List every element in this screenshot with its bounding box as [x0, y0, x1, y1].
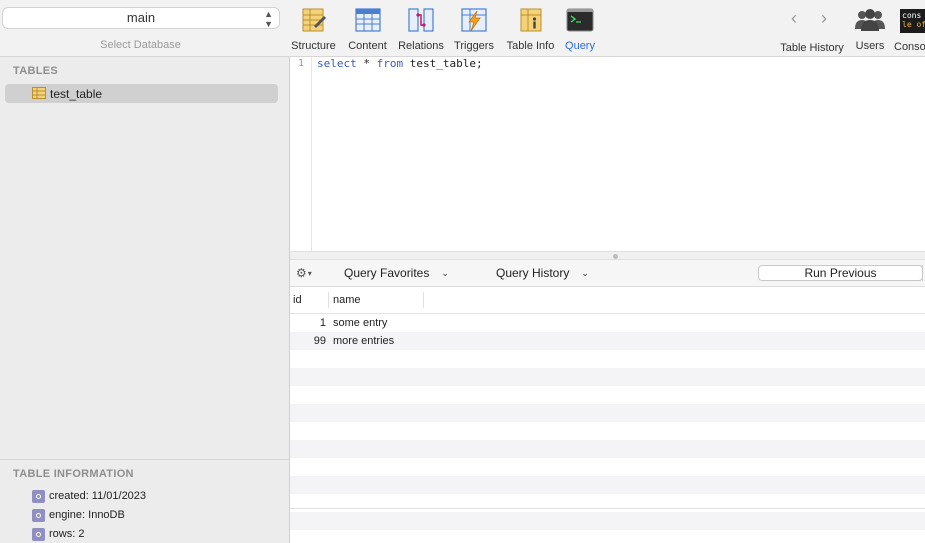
results-header: id name [290, 287, 925, 314]
query-favorites-label: Query Favorites [344, 266, 430, 280]
caret-down-icon: ▾ [307, 269, 312, 279]
database-select-value: main [126, 10, 156, 25]
table-information-heading: TABLE INFORMATION [13, 468, 134, 480]
empty-row [290, 386, 925, 404]
tab-relations-label: Relations [398, 40, 444, 52]
sidebar: TABLES test_table TABLE INFORMATION crea… [0, 57, 290, 543]
database-select-caption: Select Database [100, 39, 181, 51]
updown-chevron-icon: ▲ ▼ [264, 9, 273, 29]
table-icon [32, 87, 46, 99]
run-previous-button[interactable]: Run Previous [758, 265, 923, 281]
tab-query[interactable]: Query [560, 4, 600, 56]
tab-relations[interactable]: Relations [395, 4, 447, 52]
empty-row [290, 512, 925, 530]
toolbar: main ▲ ▼ Select Database Structure Conten… [0, 0, 925, 57]
tab-structure-label: Structure [291, 40, 336, 52]
users-label: Users [855, 40, 885, 52]
info-rows-text: rows: 2 [49, 528, 85, 540]
column-header-id[interactable]: id [293, 294, 302, 306]
console-button[interactable]: cons le of Conso [894, 4, 925, 53]
gear-menu-button[interactable]: ⚙▾ [296, 266, 312, 280]
cell-id: 99 [313, 335, 326, 347]
table-history-nav: Table History [776, 4, 848, 54]
empty-row [290, 458, 925, 476]
relations-icon [408, 8, 434, 32]
tab-triggers-label: Triggers [454, 40, 494, 52]
info-bullet-icon [32, 490, 45, 503]
info-created-text: created: 11/01/2023 [49, 490, 147, 502]
divider [0, 459, 289, 460]
query-toolbar: ⚙▾ Query Favorites ⌄ Query History ⌄ Run P… [290, 260, 925, 287]
empty-row [290, 404, 925, 422]
users-button[interactable]: Users [852, 4, 888, 52]
gear-icon: ⚙ [296, 266, 307, 280]
history-nav-icon [776, 4, 848, 34]
tables-heading: TABLES [13, 65, 58, 77]
cell-name: more entries [333, 335, 395, 347]
query-editor[interactable]: 1 select * from test_table; [290, 57, 925, 251]
tab-triggers[interactable]: Triggers [450, 4, 498, 52]
tab-query-label: Query [565, 40, 595, 52]
tab-table-info-label: Table Info [506, 40, 555, 52]
line-number: 1 [298, 58, 305, 69]
console-icon-text-2: le of [902, 20, 925, 29]
run-previous-label: Run Previous [804, 266, 877, 280]
tab-structure[interactable]: Structure [286, 4, 341, 52]
query-history-label: Query History [496, 266, 570, 280]
info-engine-text: engine: InnoDB [49, 509, 125, 521]
table-row[interactable]: 99 more entries [290, 332, 925, 350]
info-bullet-icon [32, 528, 45, 541]
database-select[interactable]: main ▲ ▼ [2, 7, 280, 29]
cell-id: 1 [319, 317, 326, 329]
users-icon [855, 9, 885, 31]
tab-content-label: Content [348, 40, 387, 52]
console-label: Conso [894, 41, 925, 53]
sidebar-item-test-table[interactable]: test_table [5, 84, 278, 103]
line-gutter: 1 [290, 57, 312, 251]
empty-row [290, 350, 925, 368]
query-table-name: test_table; [403, 57, 483, 70]
table-row[interactable]: 1 some entry [290, 314, 925, 332]
results-divider [290, 508, 925, 509]
splitter-dot-icon [613, 254, 618, 259]
chevron-down-icon: ⌄ [581, 268, 589, 278]
empty-row [290, 440, 925, 458]
console-icon: cons le of [900, 9, 925, 33]
table-history-label: Table History [780, 42, 844, 54]
empty-row [290, 476, 925, 494]
tab-content[interactable]: Content [344, 4, 391, 52]
cell-name: some entry [333, 317, 388, 329]
triggers-icon [461, 8, 487, 32]
query-favorites-dropdown[interactable]: Query Favorites ⌄ [344, 266, 449, 280]
query-icon [566, 8, 594, 32]
query-text[interactable]: select * from test_table; [317, 57, 483, 70]
info-bullet-icon [32, 509, 45, 522]
table-info-icon [520, 8, 541, 32]
column-divider [328, 292, 329, 308]
tab-table-info[interactable]: Table Info [503, 4, 558, 52]
column-divider [423, 292, 424, 308]
split-view-handle[interactable] [290, 251, 925, 260]
query-history-dropdown[interactable]: Query History ⌄ [496, 266, 589, 280]
results-table: id name 1 some entry 99 more entries [290, 287, 925, 543]
column-header-name[interactable]: name [333, 294, 361, 306]
structure-icon [302, 8, 326, 32]
empty-row [290, 422, 925, 440]
keyword-select: select [317, 57, 357, 70]
content-icon [354, 8, 381, 32]
sidebar-item-label: test_table [50, 87, 103, 101]
chevron-down-icon: ⌄ [441, 268, 449, 278]
empty-row [290, 368, 925, 386]
query-star: * [356, 57, 377, 70]
console-icon-text-1: cons [902, 11, 922, 20]
keyword-from: from [376, 57, 404, 70]
